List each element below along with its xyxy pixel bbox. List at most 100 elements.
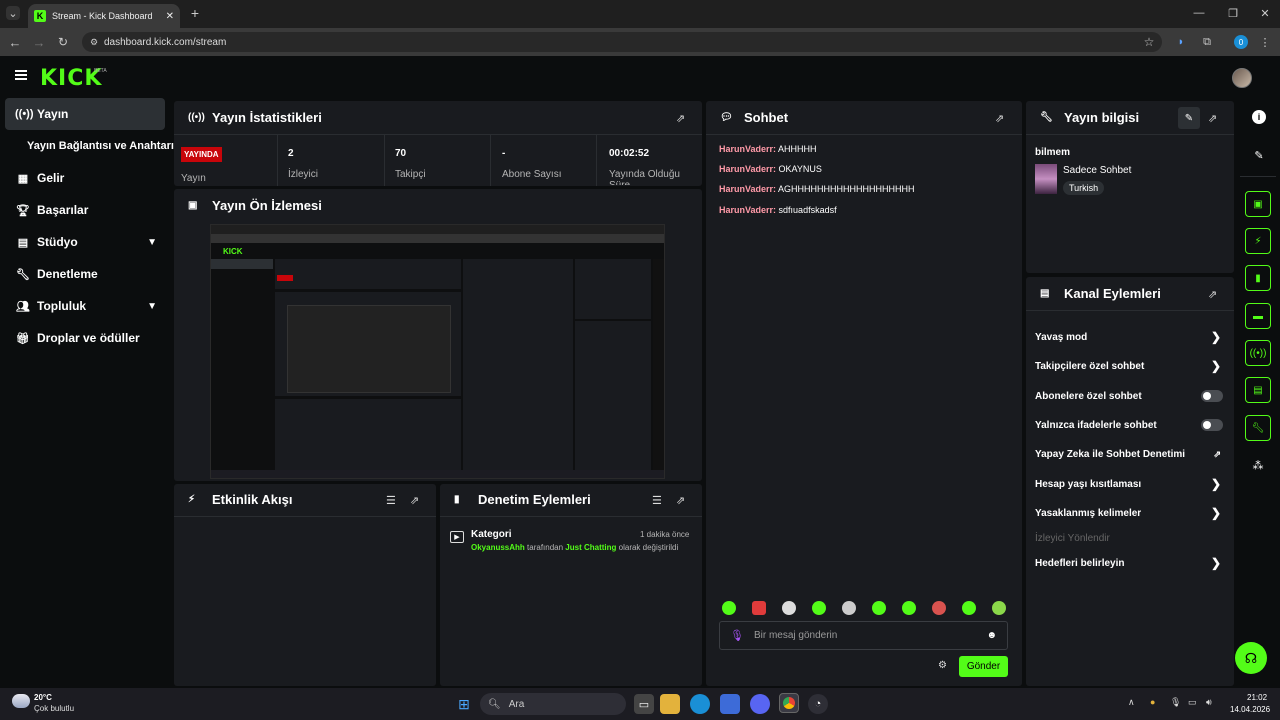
popout-icon[interactable]: ⇗	[1208, 288, 1217, 301]
edit-pencil-icon[interactable]: ✎	[1178, 107, 1200, 129]
info-icon[interactable]: i	[1252, 110, 1266, 124]
reload-icon[interactable]: ↻	[56, 34, 70, 50]
url-input[interactable]: dashboard.kick.com/stream	[82, 32, 1162, 52]
rail-activity-button[interactable]: ⚡︎	[1245, 228, 1271, 254]
rail-actions-button[interactable]: ▤	[1245, 377, 1271, 403]
chat-username[interactable]: HarunVaderr:	[719, 164, 776, 174]
rail-info-button[interactable]: 🔧︎	[1245, 415, 1271, 441]
tray-app-icon[interactable]: ●	[1150, 697, 1155, 707]
help-support-button[interactable]: ☊	[1235, 642, 1267, 674]
category-name[interactable]: Sadece Sohbet	[1063, 165, 1131, 176]
chrome-icon[interactable]	[779, 693, 799, 713]
edge-browser-icon[interactable]	[690, 694, 710, 714]
mod-entry-category[interactable]: Just Chatting	[565, 543, 616, 552]
filter-icon[interactable]: ☰	[386, 494, 396, 507]
hamburger-menu-icon[interactable]	[15, 70, 27, 80]
emote-icon[interactable]	[962, 601, 976, 615]
microphone-tray-icon[interactable]: 🎙︎	[1170, 697, 1181, 708]
emotes-only-toggle[interactable]	[1201, 419, 1223, 431]
sidebar-item-community[interactable]: 👥︎ Topluluk ▼	[5, 290, 165, 322]
emote-icon[interactable]	[902, 601, 916, 615]
chat-username[interactable]: HarunVaderr:	[719, 144, 776, 154]
sidebar-item-studio[interactable]: ▤ Stüdyo ▼	[5, 226, 165, 258]
moderation-title: ▮ Denetim Eylemleri	[454, 492, 591, 507]
minimize-icon[interactable]: —	[1192, 6, 1206, 20]
tray-chevron-icon[interactable]: ∧	[1128, 697, 1135, 708]
emote-icon[interactable]	[752, 601, 766, 615]
rail-moderation-button[interactable]: ▮	[1245, 265, 1271, 291]
emote-icon[interactable]	[782, 601, 796, 615]
rail-stats-button[interactable]: ((•))	[1245, 340, 1271, 366]
discord-icon[interactable]	[750, 694, 770, 714]
sidebar-item-achievements[interactable]: 🏆︎ Başarılar	[5, 194, 165, 226]
extension-icon[interactable]: ◗	[1174, 35, 1188, 49]
rail-chat-button[interactable]: ▬	[1245, 303, 1271, 329]
bookmark-star-icon[interactable]: ☆	[1142, 35, 1156, 49]
emote-icon[interactable]	[932, 601, 946, 615]
rail-preview-button[interactable]: ▣	[1245, 191, 1271, 217]
weather-temp[interactable]: 20°C	[34, 693, 52, 702]
microphone-icon[interactable]: 🎙︎	[730, 629, 744, 642]
profile-avatar[interactable]: 0	[1234, 35, 1248, 49]
actions-icon: ▤	[1040, 288, 1050, 299]
emote-icon[interactable]	[842, 601, 856, 615]
forward-icon[interactable]: →	[32, 34, 46, 50]
popout-icon[interactable]: ⇗	[676, 112, 685, 125]
ai-moderation-row[interactable]: Yapay Zeka ile Sohbet Denetimi ⇗	[1035, 444, 1225, 464]
sidebar-item-revenue[interactable]: ▦ Gelir	[5, 162, 165, 194]
popout-icon[interactable]: ⇗	[1208, 112, 1217, 125]
tab-list-icon[interactable]: ⌄	[6, 6, 20, 20]
clock-time[interactable]: 21:02	[1247, 693, 1267, 702]
windows-start-icon[interactable]: ⊞	[454, 694, 474, 714]
goals-row[interactable]: Hedefleri belirleyin ❯	[1035, 553, 1225, 573]
network-icon[interactable]: ▭	[1188, 697, 1197, 708]
browser-tab[interactable]: K Stream - Kick Dashboard ✕	[28, 4, 180, 28]
chat-settings-icon[interactable]: ⚙	[938, 660, 947, 671]
emote-icon[interactable]	[812, 601, 826, 615]
banned-words-row[interactable]: Yasaklanmış kelimeler ❯	[1035, 503, 1225, 523]
popout-icon[interactable]: ⇗	[676, 494, 685, 507]
followers-only-row[interactable]: Takipçilere özel sohbet ❯	[1035, 356, 1225, 376]
account-age-row[interactable]: Hesap yaşı kısıtlaması ❯	[1035, 474, 1225, 494]
send-button[interactable]: Gönder	[959, 656, 1008, 677]
sidebar-item-drops[interactable]: 🎁︎ Droplar ve ödüller	[5, 322, 165, 354]
clock-date[interactable]: 14.04.2026	[1230, 705, 1270, 714]
emoji-icon[interactable]: ☻	[986, 630, 997, 641]
taskbar-search[interactable]: 🔍︎ Ara	[480, 693, 626, 715]
emote-icon[interactable]	[872, 601, 886, 615]
maximize-icon[interactable]: ❐	[1226, 6, 1240, 20]
popout-icon[interactable]: ⇗	[995, 112, 1004, 125]
subscribers-only-toggle[interactable]	[1201, 390, 1223, 402]
new-tab-icon[interactable]: +	[188, 5, 202, 21]
back-icon[interactable]: ←	[8, 34, 22, 50]
volume-icon[interactable]: 🔊︎	[1206, 697, 1212, 708]
browser-menu-icon[interactable]: ⋮	[1260, 35, 1271, 49]
raid-row: İzleyici Yönlendir	[1035, 528, 1225, 548]
divider	[706, 134, 1022, 135]
site-info-icon[interactable]: ⚙	[88, 36, 100, 48]
gift-icon: 🎁︎	[16, 332, 30, 345]
sidebar-item-stream-key[interactable]: Yayın Bağlantısı ve Anahtarı	[5, 130, 175, 162]
sidebar-item-stream[interactable]: ((•)) Yayın	[5, 98, 165, 130]
file-explorer-icon[interactable]	[660, 694, 680, 714]
chat-input[interactable]: 🎙︎ Bir mesaj gönderin ☻	[719, 621, 1008, 650]
chat-username[interactable]: HarunVaderr:	[719, 205, 776, 215]
filter-icon[interactable]: ☰	[652, 494, 662, 507]
slow-mode-row[interactable]: Yavaş mod ❯	[1035, 327, 1225, 347]
task-view-icon[interactable]: ▭	[634, 694, 654, 714]
emote-icon[interactable]	[992, 601, 1006, 615]
store-icon[interactable]	[720, 694, 740, 714]
edit-layout-icon[interactable]: ✎	[1252, 148, 1266, 162]
sidebar-item-moderation[interactable]: 🔧︎ Denetleme	[5, 258, 165, 290]
mod-entry-user[interactable]: OkyanussAhh	[471, 543, 525, 552]
chat-username[interactable]: HarunVaderr:	[719, 184, 776, 194]
emote-icon[interactable]	[722, 601, 736, 615]
tab-close-icon[interactable]: ✕	[166, 11, 174, 22]
stream-preview-video[interactable]: KICK	[210, 224, 665, 479]
app-icon[interactable]: ◔	[808, 694, 828, 714]
user-avatar[interactable]	[1232, 68, 1252, 88]
extensions-puzzle-icon[interactable]: ⧉	[1200, 35, 1214, 49]
more-widgets-icon[interactable]: ⁂	[1251, 458, 1265, 472]
popout-icon[interactable]: ⇗	[410, 494, 419, 507]
window-close-icon[interactable]: ✕	[1258, 6, 1272, 20]
